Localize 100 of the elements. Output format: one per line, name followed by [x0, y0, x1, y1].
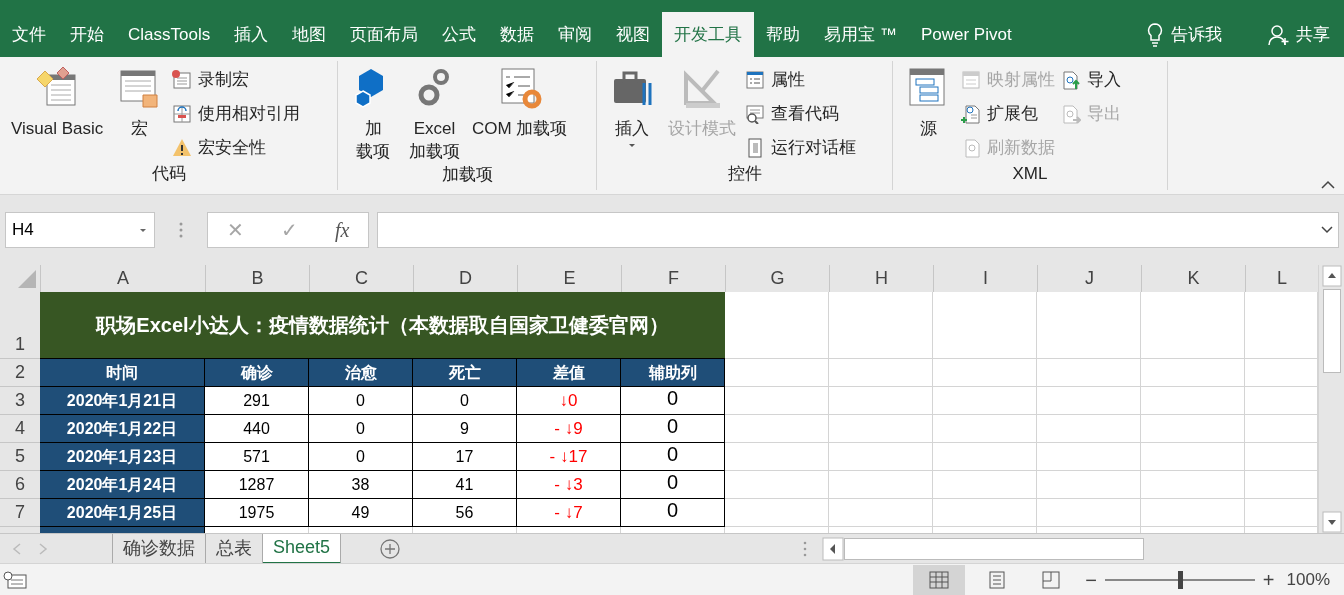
table-cell: 38	[309, 471, 413, 499]
ribbon-button[interactable]: 宏	[112, 65, 167, 140]
ribbon-tab[interactable]: 公式	[430, 12, 489, 57]
zoom-out-button[interactable]: −	[1085, 564, 1097, 595]
empty-cell[interactable]	[829, 499, 933, 527]
empty-cell[interactable]	[1037, 443, 1141, 471]
macro-record-icon[interactable]	[0, 569, 30, 590]
page-break-icon[interactable]	[1041, 570, 1062, 589]
dialog-icon	[745, 138, 765, 158]
scroll-down-icon[interactable]	[1321, 511, 1342, 533]
collapse-ribbon-icon[interactable]	[1320, 180, 1336, 190]
empty-cell[interactable]	[829, 292, 933, 359]
zoom-level[interactable]: 100%	[1286, 566, 1330, 593]
insert-function-button[interactable]: fx	[334, 215, 350, 245]
empty-cell[interactable]	[1141, 471, 1245, 499]
empty-cell[interactable]	[1037, 387, 1141, 415]
ribbon-tab[interactable]: 开始	[58, 12, 116, 57]
empty-cell[interactable]	[933, 415, 1037, 443]
empty-cell[interactable]	[829, 387, 933, 415]
ribbon-tab[interactable]: 视图	[604, 12, 663, 57]
ribbon-button[interactable]: Excel 加载项	[406, 65, 463, 163]
empty-cell[interactable]	[829, 443, 933, 471]
empty-cell[interactable]	[1037, 471, 1141, 499]
empty-cell[interactable]	[829, 415, 933, 443]
table-cell: ↓0	[517, 387, 621, 415]
person-add-icon[interactable]	[1268, 23, 1290, 46]
ribbon-button[interactable]: 源	[901, 65, 955, 140]
row-header[interactable]: 2	[0, 359, 40, 387]
normal-view-button[interactable]	[913, 564, 966, 595]
row-header[interactable]: 4	[0, 415, 40, 443]
add-sheet-icon[interactable]	[379, 537, 402, 560]
empty-cell[interactable]	[1037, 415, 1141, 443]
empty-cell[interactable]	[725, 443, 829, 471]
empty-cell[interactable]	[1037, 499, 1141, 527]
ribbon-button[interactable]: 属性	[745, 67, 856, 93]
empty-cell[interactable]	[1037, 359, 1141, 387]
empty-cell[interactable]	[725, 415, 829, 443]
empty-cell[interactable]	[933, 499, 1037, 527]
empty-cell[interactable]	[1141, 499, 1245, 527]
ribbon-tab[interactable]: 插入	[222, 12, 281, 57]
ribbon-button[interactable]: 扩展包	[961, 101, 1055, 127]
ribbon-button[interactable]: 加 载项	[346, 65, 400, 163]
empty-cell[interactable]	[1037, 292, 1141, 359]
ribbon-tab[interactable]: ClassTools	[116, 12, 223, 57]
zoom-in-button[interactable]: +	[1262, 564, 1275, 595]
empty-cell[interactable]	[725, 387, 829, 415]
ribbon-tab[interactable]: 帮助	[754, 12, 813, 57]
ribbon-button[interactable]: 录制宏	[172, 67, 301, 93]
column-header[interactable]: I	[933, 265, 1037, 292]
tell-me-search[interactable]: 告诉我	[1171, 21, 1222, 48]
ribbon-button[interactable]: 导入	[1061, 67, 1121, 93]
empty-cell[interactable]	[829, 359, 933, 387]
row-header[interactable]: 1	[0, 292, 40, 359]
ribbon-tab[interactable]: Power Pivot	[908, 12, 1024, 57]
empty-cell[interactable]	[933, 359, 1037, 387]
row-header[interactable]: 6	[0, 471, 40, 499]
ribbon-button[interactable]: COM 加载项	[469, 65, 571, 140]
ribbon-tab[interactable]: 地图	[280, 12, 339, 57]
row-header[interactable]: 3	[0, 387, 40, 415]
empty-cell[interactable]	[1141, 415, 1245, 443]
ribbon-button[interactable]: Visual Basic	[8, 65, 107, 140]
empty-cell[interactable]	[1141, 359, 1245, 387]
empty-cell[interactable]	[725, 471, 829, 499]
ribbon-tab[interactable]: 开发工具	[662, 12, 755, 57]
scroll-up-icon[interactable]	[1321, 265, 1342, 287]
ribbon-button[interactable]: 插入	[605, 65, 659, 150]
empty-cell[interactable]	[725, 499, 829, 527]
empty-cell[interactable]	[1141, 387, 1245, 415]
scroll-thumb[interactable]	[844, 537, 1144, 560]
zoom-slider-thumb[interactable]	[1177, 570, 1183, 589]
empty-cell[interactable]	[1141, 292, 1245, 359]
name-box[interactable]: H4	[5, 212, 155, 248]
lightbulb-icon[interactable]	[1147, 22, 1163, 47]
empty-cell[interactable]	[933, 443, 1037, 471]
share-button[interactable]: 共享	[1296, 21, 1330, 48]
column-header[interactable]: H	[829, 265, 933, 292]
ribbon-button[interactable]: 查看代码	[745, 101, 856, 127]
ribbon-tab[interactable]: 审阅	[546, 12, 605, 57]
ribbon-tab[interactable]: 数据	[488, 12, 547, 57]
empty-cell[interactable]	[933, 471, 1037, 499]
ribbon-button[interactable]: 宏安全性	[172, 135, 301, 161]
empty-cell[interactable]	[933, 387, 1037, 415]
column-header[interactable]: G	[725, 265, 829, 292]
column-header[interactable]: J	[1037, 265, 1141, 292]
ribbon-tab[interactable]: 页面布局	[338, 12, 431, 57]
row-header[interactable]: 5	[0, 443, 40, 471]
empty-cell[interactable]	[829, 471, 933, 499]
ribbon-tab[interactable]: 文件	[0, 12, 58, 57]
row-header[interactable]: 7	[0, 499, 40, 527]
column-header[interactable]: K	[1141, 265, 1245, 292]
ribbon-tab[interactable]: 易用宝 ™	[812, 12, 909, 57]
ribbon-button[interactable]: 运行对话框	[745, 135, 856, 161]
ribbon-button[interactable]: 使用相对引用	[172, 101, 301, 127]
scroll-left-icon[interactable]	[822, 536, 844, 561]
scroll-thumb[interactable]	[1322, 289, 1341, 373]
formula-input[interactable]	[377, 212, 1339, 248]
sheet-tab[interactable]: Sheet5	[263, 533, 342, 564]
empty-cell[interactable]	[1141, 443, 1245, 471]
page-layout-icon[interactable]	[987, 570, 1008, 589]
empty-cell[interactable]	[933, 292, 1037, 359]
